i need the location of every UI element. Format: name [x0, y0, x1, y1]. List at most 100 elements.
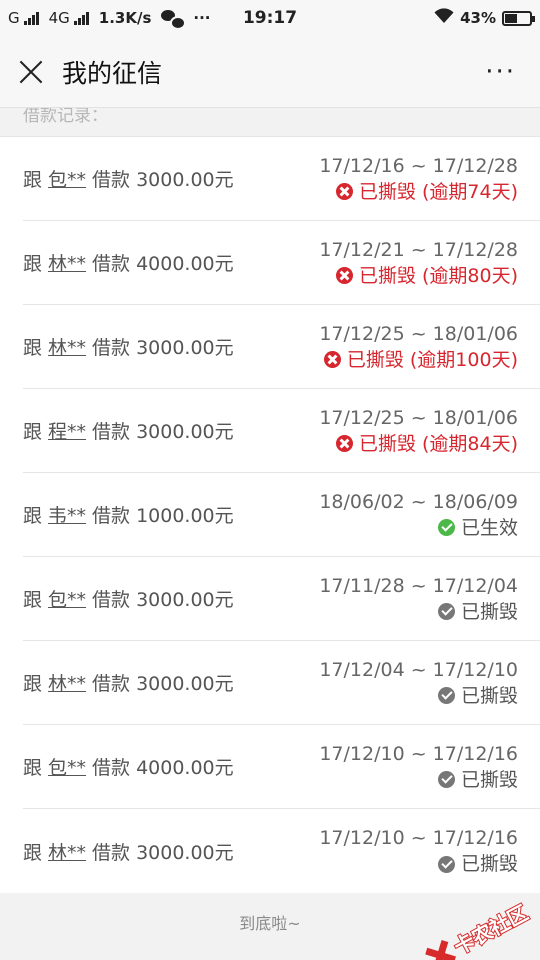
error-icon [335, 435, 353, 452]
signal-icon [23, 11, 39, 25]
error-icon [335, 267, 353, 284]
record-status: 已撕毁 (逾期100天) [319, 347, 518, 373]
record-prefix: 跟 [23, 673, 43, 695]
record-borrower: 跟包** 借款 3000.00元 [23, 585, 234, 612]
loan-record-row[interactable]: 跟林** 借款 3000.00元 17/12/25 ~ 18/01/06 已撕毁 (逾… [23, 305, 540, 389]
lender-name-link[interactable]: 林** [48, 253, 86, 275]
lender-name-link[interactable]: 包** [48, 757, 86, 779]
lender-name-link[interactable]: 包** [48, 169, 86, 191]
record-detail: 17/12/21 ~ 17/12/28 已撕毁 (逾期80天) [319, 237, 518, 289]
lender-name-link[interactable]: 林** [48, 842, 86, 864]
record-status-text: 已撕毁 [460, 853, 518, 875]
loan-record-row[interactable]: 跟包** 借款 3000.00元 17/11/28 ~ 17/12/04 已撕毁 [23, 557, 540, 641]
record-borrower: 跟林** 借款 3000.00元 [23, 838, 234, 865]
record-borrower: 跟林** 借款 3000.00元 [23, 333, 234, 360]
record-status-text: 已撕毁 [460, 600, 518, 623]
loan-record-row[interactable]: 跟林** 借款 3000.00元 17/12/04 ~ 17/12/10 已撕毁 [23, 641, 540, 725]
record-borrower: 跟程** 借款 3000.00元 [23, 417, 234, 444]
record-amount: 借款 1000.00元 [92, 505, 234, 527]
record-status-text: 已撕毁 [460, 684, 518, 707]
record-detail: 17/12/10 ~ 17/12/16 已撕毁 [319, 825, 518, 877]
record-date-range: 17/12/10 ~ 17/12/16 [319, 827, 518, 849]
check-icon [437, 855, 455, 873]
record-status-text: 已撕毁 (逾期100天) [346, 348, 518, 371]
record-amount: 借款 3000.00元 [92, 421, 234, 443]
loan-record-row[interactable]: 跟包** 借款 3000.00元 17/12/16 ~ 17/12/28 已撕毁 (逾… [23, 137, 540, 221]
record-status-text: 已撕毁 (逾期84天) [358, 432, 518, 455]
more-notifications: ··· [193, 9, 211, 27]
wechat-icon [161, 10, 187, 30]
title-bar: 我的征信 ··· [0, 36, 540, 108]
error-icon [335, 183, 353, 200]
record-amount: 借款 4000.00元 [92, 253, 234, 275]
status-bar: G 4G 1.3K/s ··· 19:17 43% [0, 0, 540, 36]
record-status: 已撕毁 [319, 599, 518, 625]
record-status: 已撕毁 [319, 851, 518, 877]
more-menu-button[interactable]: ··· [485, 57, 516, 87]
loan-record-row[interactable]: 跟包** 借款 4000.00元 17/12/10 ~ 17/12/16 已撕毁 [23, 725, 540, 809]
record-date-range: 17/11/28 ~ 17/12/04 [319, 574, 518, 597]
record-detail: 17/12/16 ~ 17/12/28 已撕毁 (逾期74天) [319, 153, 518, 205]
record-prefix: 跟 [23, 421, 43, 443]
loan-record-row[interactable]: 跟林** 借款 3000.00元 17/12/10 ~ 17/12/16 已撕毁 [23, 809, 540, 893]
record-status: 已撕毁 (逾期80天) [319, 263, 518, 289]
battery-percent: 43% [460, 9, 496, 27]
loan-record-list: 跟包** 借款 3000.00元 17/12/16 ~ 17/12/28 已撕毁 (逾… [0, 136, 540, 893]
record-status: 已撕毁 (逾期84天) [319, 431, 518, 457]
record-detail: 17/12/25 ~ 18/01/06 已撕毁 (逾期84天) [319, 405, 518, 457]
close-icon[interactable] [18, 59, 44, 85]
watermark-text: 卡农社区 [449, 899, 533, 960]
record-prefix: 跟 [23, 841, 43, 864]
check-icon [437, 687, 455, 704]
record-borrower: 跟韦** 借款 1000.00元 [23, 501, 234, 528]
loan-record-row[interactable]: 跟程** 借款 3000.00元 17/12/25 ~ 18/01/06 已撕毁 (逾… [23, 389, 540, 473]
record-date-range: 18/06/02 ~ 18/06/09 [319, 490, 518, 513]
record-detail: 18/06/02 ~ 18/06/09 已生效 [319, 489, 518, 541]
record-prefix: 跟 [23, 169, 43, 191]
record-status-text: 已撕毁 (逾期80天) [358, 264, 518, 287]
record-prefix: 跟 [23, 589, 43, 611]
carrier-2-label: 4G [48, 9, 70, 27]
record-date-range: 17/12/25 ~ 18/01/06 [319, 406, 518, 429]
record-date-range: 17/12/10 ~ 17/12/16 [319, 742, 518, 765]
lender-name-link[interactable]: 程** [48, 421, 86, 443]
record-detail: 17/12/10 ~ 17/12/16 已撕毁 [319, 741, 518, 793]
record-borrower: 跟林** 借款 4000.00元 [23, 249, 234, 276]
record-prefix: 跟 [23, 253, 43, 275]
record-status: 已撕毁 (逾期74天) [319, 179, 518, 205]
lender-name-link[interactable]: 包** [48, 589, 86, 611]
check-icon [437, 519, 455, 536]
record-date-range: 17/12/16 ~ 17/12/28 [319, 154, 518, 177]
record-status-text: 已撕毁 (逾期74天) [358, 180, 518, 203]
record-status: 已撕毁 [319, 767, 518, 793]
record-date-range: 17/12/21 ~ 17/12/28 [319, 238, 518, 261]
record-status-text: 已撕毁 [460, 768, 518, 791]
record-amount: 借款 3000.00元 [92, 169, 234, 191]
record-borrower: 跟包** 借款 3000.00元 [23, 165, 234, 192]
network-speed: 1.3K/s [98, 9, 152, 27]
record-date-range: 17/12/04 ~ 17/12/10 [319, 658, 518, 681]
record-amount: 借款 3000.00元 [92, 337, 234, 359]
record-amount: 借款 4000.00元 [92, 757, 234, 779]
record-status: 已撕毁 [319, 683, 518, 709]
lender-name-link[interactable]: 韦** [48, 505, 86, 527]
error-icon [323, 351, 341, 368]
wifi-icon [434, 8, 454, 28]
record-amount: 借款 3000.00元 [92, 589, 234, 611]
record-status: 已生效 [319, 515, 518, 541]
lender-name-link[interactable]: 林** [48, 673, 86, 695]
record-date-range: 17/12/25 ~ 18/01/06 [319, 322, 518, 345]
record-borrower: 跟林** 借款 3000.00元 [23, 669, 234, 696]
loan-record-row[interactable]: 跟林** 借款 4000.00元 17/12/21 ~ 17/12/28 已撕毁 (逾… [23, 221, 540, 305]
record-amount: 借款 3000.00元 [92, 673, 234, 695]
section-label: 借款记录： [23, 108, 108, 126]
check-icon [437, 603, 455, 620]
signal-icon-2 [73, 11, 89, 25]
record-detail: 17/12/25 ~ 18/01/06 已撕毁 (逾期100天) [319, 321, 518, 373]
carrier-1-label: G [8, 9, 20, 27]
loan-record-row[interactable]: 跟韦** 借款 1000.00元 18/06/02 ~ 18/06/09 已生效 [23, 473, 540, 557]
record-prefix: 跟 [23, 757, 43, 779]
lender-name-link[interactable]: 林** [48, 337, 86, 359]
record-amount: 借款 3000.00元 [92, 841, 234, 864]
record-detail: 17/11/28 ~ 17/12/04 已撕毁 [319, 573, 518, 625]
